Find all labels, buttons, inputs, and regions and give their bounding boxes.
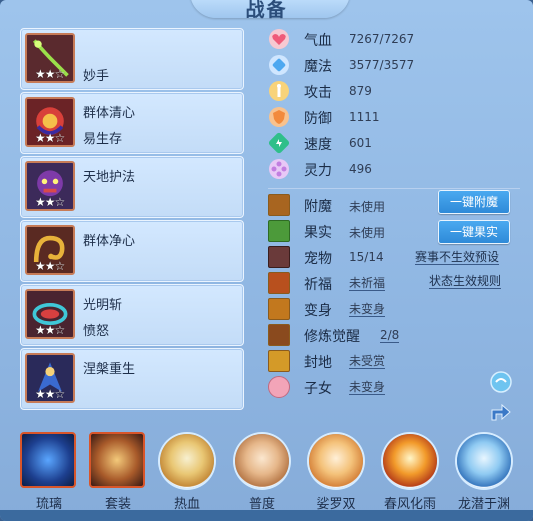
green-whip-icon: ★★☆	[25, 33, 75, 83]
share-icon[interactable]	[488, 400, 514, 424]
skill-row[interactable]: ★★☆ 天地护法	[20, 156, 244, 218]
skill-row[interactable]: ★★☆ 群体清心 易生存	[20, 92, 244, 154]
one-click-fruit-button[interactable]: 一键果实	[438, 220, 510, 244]
refresh-orb-icon[interactable]	[488, 370, 514, 394]
transform-row: 变身 未变身	[264, 296, 526, 321]
stat-mp: 魔法 3577/3577	[264, 52, 526, 78]
stat-hp: 气血 7267/7267	[264, 26, 526, 52]
bottom-item-set[interactable]: 套装	[83, 428, 153, 518]
golden-snake-icon: ★★☆	[25, 225, 75, 275]
mask-guardian-icon: ★★☆	[25, 161, 75, 211]
child-icon	[268, 376, 290, 398]
skill-name: 涅槃重生	[83, 362, 136, 377]
skill-row[interactable]: ★★☆ 群体净心	[20, 220, 244, 282]
glass-orb-icon	[20, 432, 76, 488]
bottom-skill-bar: 琉璃 套装 热血 普度 娑罗双 春风化雨 龙潜于渊	[0, 428, 533, 521]
attack-icon	[269, 81, 289, 101]
armor-set-icon	[89, 432, 145, 488]
bottom-item-dragon[interactable]: 龙潜于渊	[449, 428, 519, 518]
chakram-icon: ★★☆	[25, 289, 75, 339]
stat-defense: 防御 1111	[264, 104, 526, 130]
skill-list: ★★☆ 妙手 ★★☆ 群体清心 易生存 ★★☆ 天地护法 ★★☆ 群体净心 ★★…	[20, 28, 246, 412]
skill-name: 群体净心	[83, 234, 136, 249]
skill-subtitle: 易生存	[83, 132, 123, 147]
battle-prep-panel: 战备 ★★☆ 妙手 ★★☆ 群体清心 易生存 ★★☆ 天地护法 ★★☆ 群体净心…	[0, 0, 533, 521]
transform-icon	[268, 298, 290, 320]
stats-panel: 气血 7267/7267 魔法 3577/3577 攻击 879 防御 1111…	[264, 24, 526, 421]
enchant-icon	[268, 194, 290, 216]
bottom-item-sala[interactable]: 娑罗双	[301, 428, 371, 518]
phoenix-warrior-icon: ★★☆	[25, 353, 75, 403]
stat-spirit: 灵力 496	[264, 156, 526, 182]
skill-row[interactable]: ★★☆ 光明斩 愤怒	[20, 284, 244, 346]
bottom-item-glass[interactable]: 琉璃	[14, 428, 84, 518]
bottom-item-spring-rain[interactable]: 春风化雨	[375, 428, 445, 518]
fief-row: 封地 未受赏	[264, 348, 526, 373]
skill-name: 天地护法	[83, 170, 136, 185]
speed-icon	[268, 132, 290, 154]
one-click-enchant-button[interactable]: 一键附魔	[438, 190, 510, 214]
pet-icon	[268, 246, 290, 268]
heart-icon	[269, 29, 289, 49]
divider	[268, 188, 520, 189]
skill-name: 妙手	[83, 69, 110, 84]
dragon-abyss-icon	[457, 434, 511, 488]
pet-preset-link[interactable]: 赛事不生效预设	[415, 250, 500, 265]
fief-icon	[268, 350, 290, 372]
skill-subtitle: 愤怒	[83, 324, 110, 339]
stat-speed: 速度 601	[264, 130, 526, 156]
fruit-icon	[268, 220, 290, 242]
bottom-item-hot-blood[interactable]: 热血	[152, 428, 222, 518]
spirit-icon	[269, 159, 289, 179]
skill-name: 群体清心	[83, 106, 136, 121]
sala-leaf-icon	[309, 434, 363, 488]
defense-icon	[269, 107, 289, 127]
salvation-hand-icon	[235, 434, 289, 488]
red-orb-icon: ★★☆	[25, 97, 75, 147]
status-rule-link[interactable]: 状态生效规则	[429, 274, 502, 289]
cultivation-icon	[268, 324, 290, 346]
skill-row[interactable]: ★★☆ 涅槃重生	[20, 348, 244, 410]
bottom-edge	[0, 510, 533, 521]
cultivation-row: 修炼觉醒 2/8	[264, 322, 526, 347]
title-bar: 战备	[0, 0, 533, 22]
skill-name: 光明斩	[83, 298, 123, 313]
hot-blood-icon	[160, 434, 214, 488]
diamond-icon	[269, 55, 289, 75]
skill-row[interactable]: ★★☆ 妙手	[20, 28, 244, 90]
page-title: 战备	[245, 0, 288, 21]
child-row: 子女 未变身	[264, 374, 526, 399]
blessing-icon	[268, 272, 290, 294]
bottom-item-salvation[interactable]: 普度	[227, 428, 297, 518]
spring-rain-icon	[383, 434, 437, 488]
stat-attack: 攻击 879	[264, 78, 526, 104]
